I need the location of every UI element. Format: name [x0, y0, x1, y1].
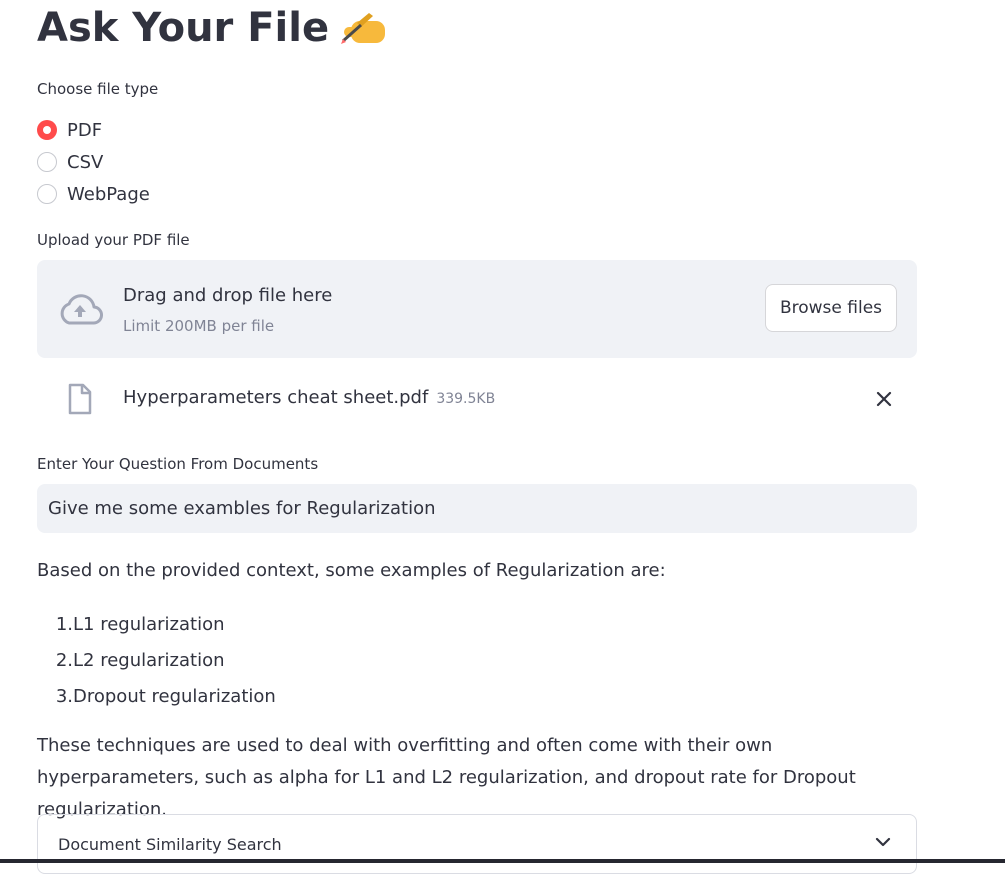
bottom-bar [0, 859, 1005, 863]
uploaded-file-row: Hyperparameters cheat sheet.pdf 339.5KB [37, 375, 917, 421]
file-type-radio-group: PDF CSV WebPage [37, 114, 150, 210]
radio-unselected-icon[interactable] [37, 152, 57, 172]
answer-conclusion: These techniques are used to deal with o… [37, 735, 856, 820]
upload-label: Upload your PDF file [37, 231, 190, 249]
list-item-number: 3. [55, 685, 73, 707]
radio-label-csv: CSV [67, 151, 104, 173]
dropzone-limit: Limit 200MB per file [123, 317, 275, 335]
list-item-text: L1 regularization [73, 613, 225, 635]
page-title-text: Ask Your File [37, 5, 330, 51]
radio-option-pdf[interactable]: PDF [37, 114, 150, 146]
uploaded-file-name: Hyperparameters cheat sheet.pdf 339.5KB [123, 387, 495, 408]
radio-label-pdf: PDF [67, 119, 103, 141]
close-icon[interactable] [875, 390, 893, 408]
browse-files-button[interactable]: Browse files [765, 284, 897, 332]
dropzone-instruction: Drag and drop file here [123, 285, 333, 306]
file-icon [68, 383, 92, 415]
radio-option-csv[interactable]: CSV [37, 146, 150, 178]
list-item: 1. L1 regularization [37, 606, 276, 642]
document-similarity-expander[interactable]: Document Similarity Search [37, 814, 917, 874]
file-size: 339.5KB [436, 391, 496, 407]
file-dropzone[interactable]: Drag and drop file here Limit 200MB per … [37, 260, 917, 358]
chevron-down-icon [875, 837, 891, 847]
list-item-text: Dropout regularization [73, 685, 276, 707]
radio-option-webpage[interactable]: WebPage [37, 178, 150, 210]
list-item-text: L2 regularization [73, 649, 225, 671]
answer-list: 1. L1 regularization 2. L2 regularizatio… [37, 606, 276, 714]
question-input[interactable] [37, 484, 917, 533]
question-label: Enter Your Question From Documents [37, 455, 319, 473]
list-item-number: 1. [55, 613, 73, 635]
writing-hand-emoji-icon [341, 13, 386, 44]
answer-intro: Based on the provided context, some exam… [37, 560, 666, 581]
list-item: 3. Dropout regularization [37, 678, 276, 714]
list-item-number: 2. [55, 649, 73, 671]
radio-selected-icon[interactable] [37, 120, 57, 140]
list-item: 2. L2 regularization [37, 642, 276, 678]
expander-label: Document Similarity Search [58, 835, 282, 854]
page-title: Ask Your File [37, 3, 389, 53]
file-type-label: Choose file type [37, 80, 159, 98]
cloud-upload-icon [60, 294, 103, 325]
file-name-text: Hyperparameters cheat sheet.pdf [123, 387, 429, 408]
radio-unselected-icon[interactable] [37, 184, 57, 204]
radio-label-webpage: WebPage [67, 183, 150, 205]
